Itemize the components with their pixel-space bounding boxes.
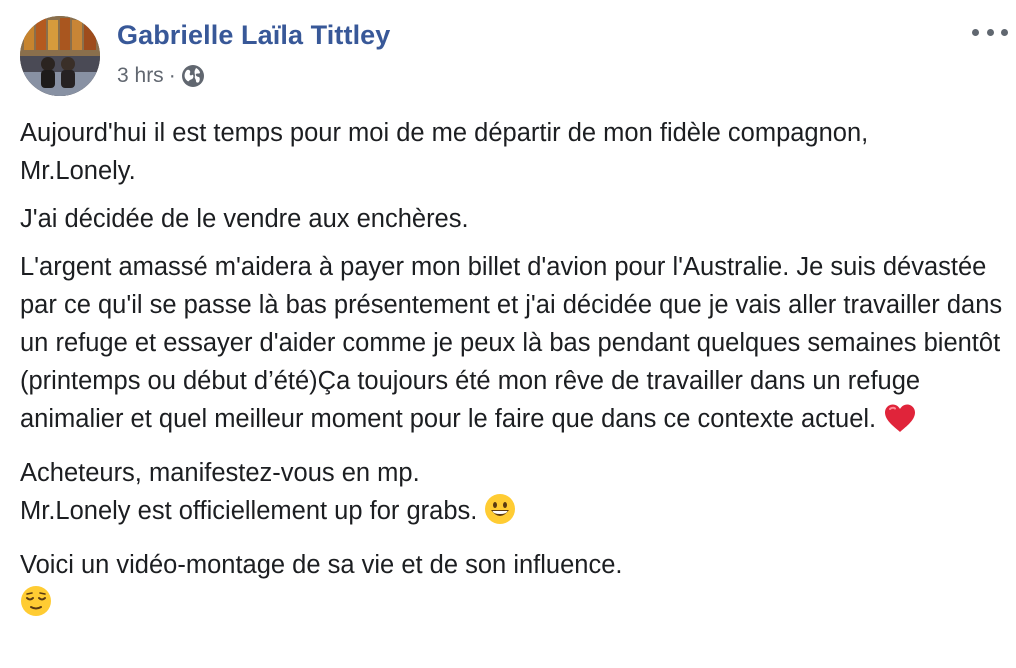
author-name-link[interactable]: Gabrielle Laïla Tittley bbox=[117, 20, 390, 51]
more-dot bbox=[986, 28, 994, 36]
post-paragraph: Aujourd'hui il est temps pour moi de me … bbox=[20, 114, 1005, 190]
relieved-face-emoji bbox=[20, 585, 52, 628]
more-dot bbox=[972, 28, 979, 36]
post-meta: 3 hrs · bbox=[117, 63, 205, 89]
avatar[interactable] bbox=[20, 16, 100, 96]
paragraph-text: Voici un vidéo-montage de sa vie et de s… bbox=[20, 551, 623, 579]
paragraph-line: Mr.Lonely. bbox=[20, 157, 136, 185]
meta-separator: · bbox=[168, 64, 176, 87]
post-paragraph: L'argent amassé m'aidera à payer mon bil… bbox=[20, 248, 1005, 444]
post-paragraph: Acheteurs, manifestez-vous en mp. Mr.Lon… bbox=[20, 454, 1005, 536]
more-options-icon[interactable] bbox=[972, 22, 1008, 42]
timestamp-link[interactable]: 3 hrs bbox=[117, 64, 164, 88]
heart-emoji bbox=[883, 403, 917, 444]
post-paragraph: Voici un vidéo-montage de sa vie et de s… bbox=[20, 546, 1005, 628]
paragraph-line: Mr.Lonely est officiellement up for grab… bbox=[20, 497, 478, 525]
paragraph-text: L'argent amassé m'aidera à payer mon bil… bbox=[20, 253, 1003, 433]
paragraph-line: Acheteurs, manifestez-vous en mp. bbox=[20, 459, 420, 487]
grinning-face-emoji bbox=[484, 493, 516, 536]
paragraph-line: Aujourd'hui il est temps pour moi de me … bbox=[20, 119, 869, 147]
post-body: Aujourd'hui il est temps pour moi de me … bbox=[20, 114, 1005, 638]
post-paragraph: J'ai décidée de le vendre aux enchères. bbox=[20, 205, 469, 233]
more-dot bbox=[1001, 28, 1008, 36]
globe-icon[interactable] bbox=[181, 64, 205, 88]
